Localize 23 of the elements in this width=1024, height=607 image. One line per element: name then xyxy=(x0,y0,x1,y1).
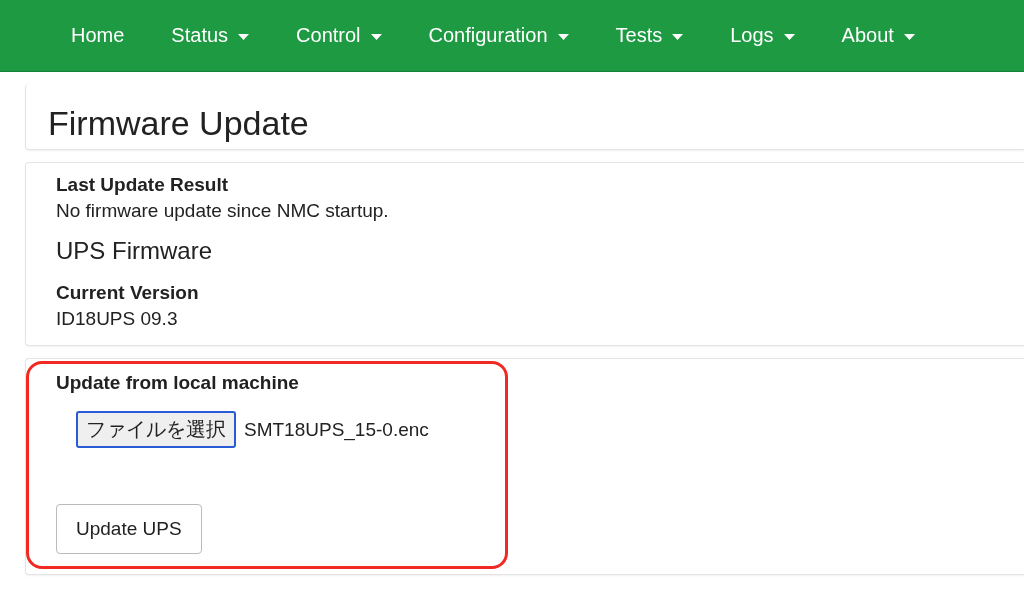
page-title: Firmware Update xyxy=(48,103,310,144)
nav-link[interactable]: Control xyxy=(279,24,399,47)
caret-icon xyxy=(783,33,795,40)
update-button[interactable]: Update UPS xyxy=(56,504,202,554)
caret-icon xyxy=(557,33,569,40)
file-name: SMT18UPS_15-0.enc xyxy=(244,418,429,441)
nav-link[interactable]: Tests xyxy=(598,24,701,47)
caret-icon xyxy=(672,33,684,40)
field-label: Current Version xyxy=(56,281,200,305)
caret-icon xyxy=(903,33,915,40)
nav-link[interactable]: Logs xyxy=(713,24,812,47)
field-value: ID18UPS 09.3 xyxy=(56,307,179,331)
nav-link[interactable]: Home xyxy=(54,24,142,47)
nav-link[interactable]: Status xyxy=(154,24,267,47)
field-value: No firmware update since NMC startup. xyxy=(56,199,390,223)
choose-file-button[interactable]: ファイルを選択 xyxy=(76,411,236,448)
section-title: UPS Firmware xyxy=(56,237,213,265)
field-label: Update from local machine xyxy=(56,371,300,395)
nav-link[interactable]: Configuration xyxy=(411,24,586,47)
nav-link[interactable]: About xyxy=(824,24,932,47)
field-label: Last Update Result xyxy=(56,173,230,197)
caret-icon xyxy=(238,33,250,40)
caret-icon xyxy=(370,33,382,40)
